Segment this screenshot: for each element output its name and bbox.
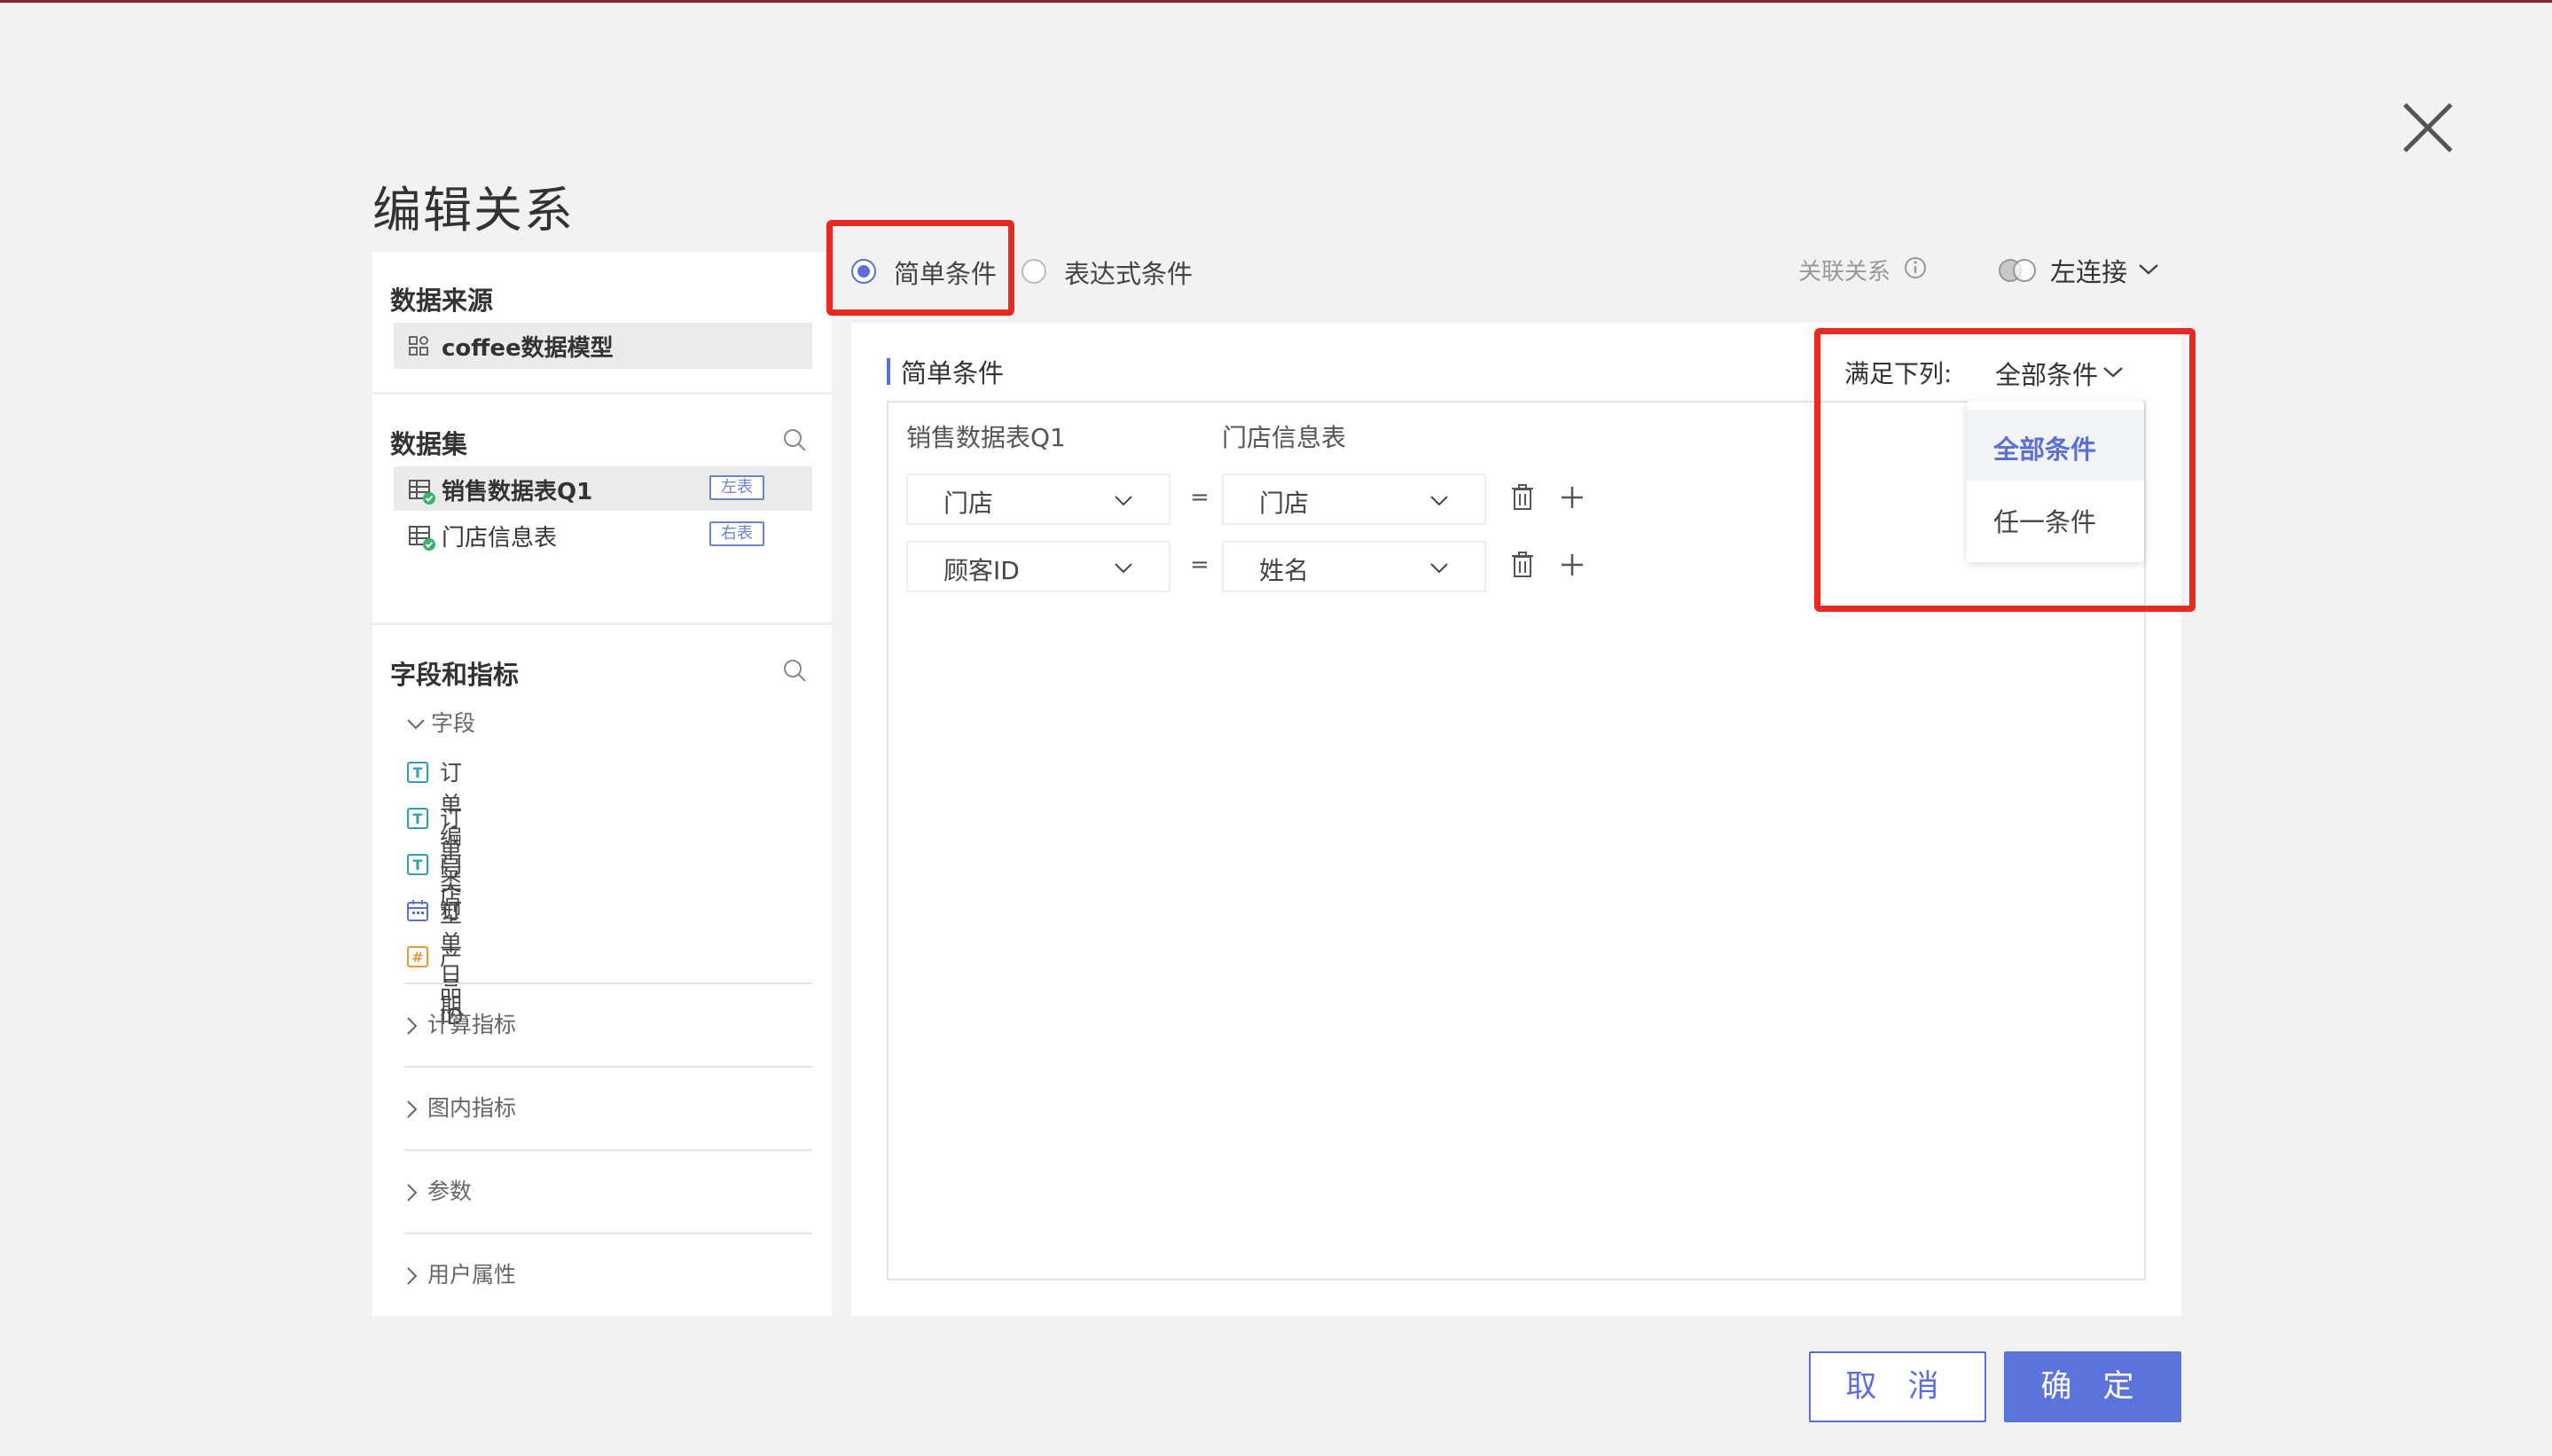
left-field-select[interactable]: 顾客ID — [906, 541, 1170, 592]
right-table-header: 门店信息表 — [1222, 423, 1347, 452]
fields-group-label: 字段 — [431, 710, 476, 736]
group-label: 计算指标 — [427, 1012, 517, 1037]
calendar-icon — [407, 900, 428, 921]
svg-text:T: T — [413, 857, 423, 873]
divider — [404, 1233, 812, 1234]
chevron-down-icon[interactable] — [2137, 262, 2160, 277]
svg-text:T: T — [413, 810, 423, 827]
svg-text:#: # — [411, 949, 423, 966]
right-field-select[interactable]: 姓名 — [1222, 541, 1486, 592]
dataset-item-sales[interactable]: 销售数据表Q1 左表 — [394, 466, 812, 511]
data-source-item[interactable]: coffee数据模型 — [394, 323, 812, 369]
text-field-icon: T — [407, 808, 428, 829]
chevron-down-icon — [1115, 496, 1132, 506]
trash-icon[interactable] — [1511, 552, 1534, 578]
divider — [404, 1149, 812, 1151]
dataset-name: 销售数据表Q1 — [442, 479, 593, 505]
svg-text:T: T — [413, 764, 423, 781]
dialog-title: 编辑关系 — [372, 182, 575, 239]
left-table-header: 销售数据表Q1 — [906, 423, 1066, 452]
model-icon — [409, 336, 428, 356]
divider — [372, 622, 832, 625]
text-field-icon: T — [407, 762, 428, 783]
chevron-down-icon — [1115, 563, 1132, 574]
search-icon[interactable] — [782, 658, 807, 683]
equals-operator: = — [1190, 484, 1209, 511]
trash-icon[interactable] — [1511, 484, 1534, 511]
chevron-down-icon — [1430, 563, 1448, 574]
radio-expression-condition[interactable]: 表达式条件 — [1022, 248, 1199, 294]
group-label: 参数 — [427, 1178, 473, 1204]
divider — [404, 1066, 812, 1068]
dataset-name: 门店信息表 — [442, 525, 558, 552]
chevron-right-icon — [407, 1100, 418, 1118]
equals-operator: = — [1190, 552, 1209, 578]
select-value: 门店 — [943, 489, 994, 518]
radio-label: 表达式条件 — [1064, 259, 1194, 289]
close-icon[interactable] — [2399, 99, 2456, 156]
chevron-down-icon — [407, 719, 425, 730]
dataset-item-stores[interactable]: 门店信息表 右表 — [394, 513, 812, 557]
text-field-icon: T — [407, 854, 428, 875]
section-marker — [887, 358, 890, 385]
plus-icon[interactable] — [1561, 486, 1584, 509]
group-chart-metrics[interactable]: 图内指标 — [406, 1091, 516, 1123]
chevron-right-icon — [407, 1017, 418, 1035]
left-join-icon[interactable] — [1995, 257, 2039, 284]
relation-label: 关联关系 — [1798, 259, 1891, 286]
join-type-select[interactable]: 左连接 — [2050, 252, 2127, 289]
cancel-button[interactable]: 取 消 — [1809, 1351, 1986, 1422]
select-value: 姓名 — [1259, 556, 1310, 585]
table-icon — [409, 480, 435, 505]
data-source-name: coffee数据模型 — [442, 335, 614, 362]
condition-section-title: 简单条件 — [901, 358, 1005, 388]
right-table-badge: 右表 — [709, 521, 764, 546]
group-user-attrs[interactable]: 用户属性 — [406, 1257, 516, 1289]
data-source-title: 数据来源 — [390, 286, 494, 316]
radio-button[interactable] — [1022, 259, 1046, 284]
confirm-button[interactable]: 确 定 — [2004, 1351, 2181, 1422]
fields-group-toggle[interactable]: 字段 — [406, 706, 475, 738]
highlight-box — [826, 220, 1014, 316]
plus-icon[interactable] — [1561, 553, 1584, 576]
divider — [372, 392, 832, 395]
group-label: 图内指标 — [427, 1095, 517, 1121]
chevron-right-icon — [407, 1184, 418, 1202]
chevron-down-icon — [1430, 496, 1448, 506]
select-value: 顾客ID — [943, 556, 1020, 585]
select-value: 门店 — [1259, 489, 1310, 518]
divider — [404, 982, 812, 984]
datasets-title: 数据集 — [390, 429, 468, 459]
highlight-box — [1814, 328, 2196, 612]
left-panel: 数据来源 coffee数据模型 数据集 销售数据表Q1 左表 门店信息表 右表 … — [372, 252, 832, 1316]
group-params[interactable]: 参数 — [406, 1174, 472, 1206]
info-icon[interactable] — [1903, 255, 1928, 280]
window-top-border — [0, 0, 2552, 3]
chevron-right-icon — [407, 1267, 418, 1285]
group-label: 用户属性 — [427, 1262, 517, 1288]
search-icon[interactable] — [782, 427, 807, 452]
group-calc-metrics[interactable]: 计算指标 — [406, 1007, 516, 1039]
table-icon — [409, 526, 435, 551]
right-field-select[interactable]: 门店 — [1222, 474, 1486, 525]
left-field-select[interactable]: 门店 — [906, 474, 1170, 525]
fields-title: 字段和指标 — [390, 660, 520, 690]
left-table-badge: 左表 — [709, 475, 764, 500]
number-field-icon: # — [407, 946, 428, 967]
